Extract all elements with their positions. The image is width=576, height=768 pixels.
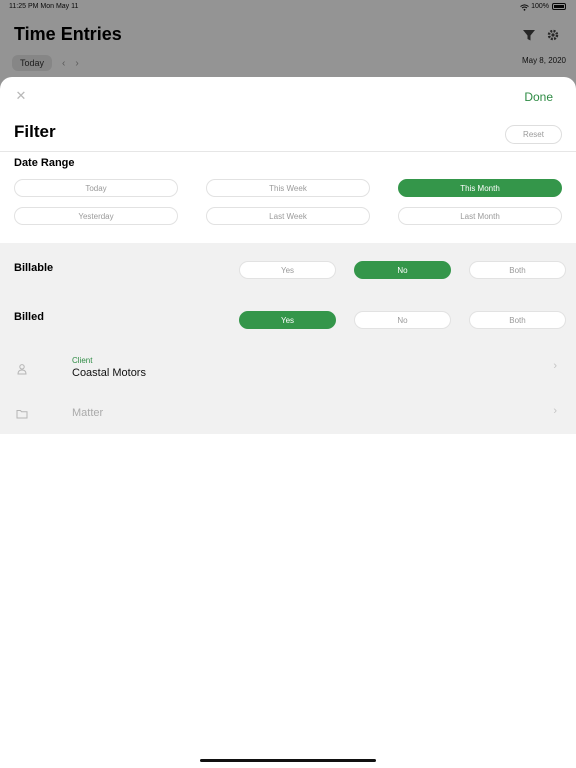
client-value: Coastal Motors xyxy=(72,367,146,379)
billable-option-yes[interactable]: Yes xyxy=(239,261,336,279)
matter-label: Matter xyxy=(72,407,104,419)
home-indicator[interactable] xyxy=(200,759,376,762)
date-range-label: Date Range xyxy=(14,157,75,169)
billable-option-both[interactable]: Both xyxy=(469,261,566,279)
reset-button[interactable]: Reset xyxy=(505,125,562,144)
divider xyxy=(0,151,576,152)
date-option-yesterday[interactable]: Yesterday xyxy=(14,207,178,225)
billable-label: Billable xyxy=(14,262,54,274)
date-option-this-month[interactable]: This Month xyxy=(398,179,562,197)
date-option-this-week[interactable]: This Week xyxy=(206,179,370,197)
folder-icon xyxy=(16,407,28,419)
chevron-right-icon: › xyxy=(553,405,557,417)
date-option-last-month[interactable]: Last Month xyxy=(398,207,562,225)
close-icon[interactable]: ✕ xyxy=(14,89,28,103)
filter-sheet: ✕ Done Filter Reset Date Range Today Thi… xyxy=(0,77,576,768)
billed-option-both[interactable]: Both xyxy=(469,311,566,329)
billable-option-no[interactable]: No xyxy=(354,261,451,279)
billed-label: Billed xyxy=(14,311,44,323)
chevron-right-icon: › xyxy=(553,360,557,372)
date-option-last-week[interactable]: Last Week xyxy=(206,207,370,225)
billed-option-yes[interactable]: Yes xyxy=(239,311,336,329)
date-option-today[interactable]: Today xyxy=(14,179,178,197)
filter-title: Filter xyxy=(14,122,56,141)
person-icon xyxy=(16,362,28,375)
billed-option-no[interactable]: No xyxy=(354,311,451,329)
client-caption: Client xyxy=(72,356,93,365)
done-button[interactable]: Done xyxy=(524,90,553,104)
